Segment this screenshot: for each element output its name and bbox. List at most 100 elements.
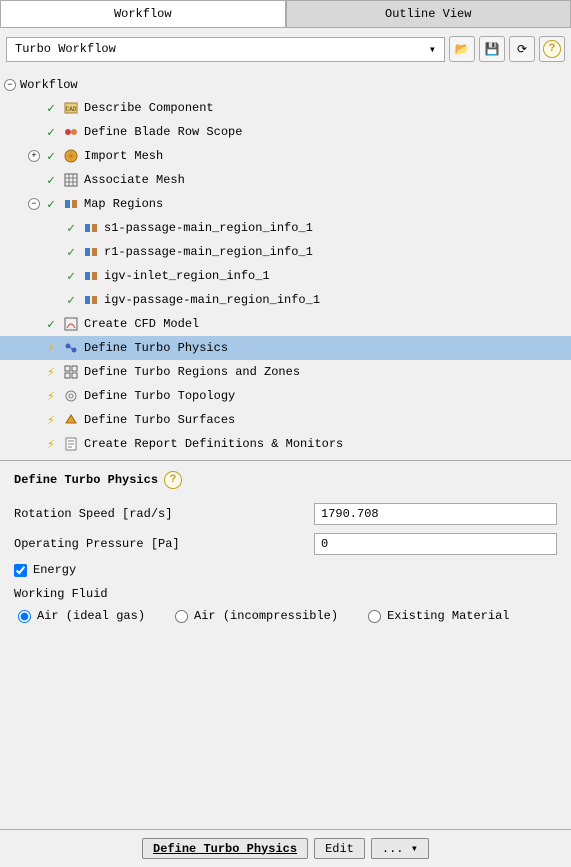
help-button[interactable]: ? xyxy=(539,36,565,62)
check-icon: ✓ xyxy=(64,245,78,260)
tree-item-label: igv-passage-main_region_info_1 xyxy=(104,293,320,307)
tree-item[interactable]: ✓ CAD Describe Component xyxy=(0,96,571,120)
topology-icon xyxy=(62,388,80,404)
tree-item-label: Create CFD Model xyxy=(84,317,199,331)
tab-outline[interactable]: Outline View xyxy=(286,0,571,27)
save-button[interactable]: 💾 xyxy=(479,36,505,62)
tree-item-label: Create Report Definitions & Monitors xyxy=(84,437,343,451)
tree-item-label: Associate Mesh xyxy=(84,173,185,187)
radio-existing-input[interactable] xyxy=(368,610,381,623)
check-icon: ✓ xyxy=(64,221,78,236)
tab-workflow[interactable]: Workflow xyxy=(0,0,286,27)
bolt-icon: ⚡ xyxy=(44,389,58,404)
region-icon xyxy=(82,268,100,284)
tree-item-label: r1-passage-main_region_info_1 xyxy=(104,245,313,259)
tree-item[interactable]: ✓ igv-inlet_region_info_1 xyxy=(0,264,571,288)
refresh-button[interactable]: ⟳ xyxy=(509,36,535,62)
tree-root-label: Workflow xyxy=(20,78,78,92)
check-icon: ✓ xyxy=(44,197,58,212)
open-folder-button[interactable]: 📂 xyxy=(449,36,475,62)
radio-air-incomp-input[interactable] xyxy=(175,610,188,623)
tree-item[interactable]: ✓ s1-passage-main_region_info_1 xyxy=(0,216,571,240)
tree-item-label: igv-inlet_region_info_1 xyxy=(104,269,270,283)
tree-item-label: Define Turbo Topology xyxy=(84,389,235,403)
tree-item[interactable]: +✓Import Mesh xyxy=(0,144,571,168)
radio-air-ideal[interactable]: Air (ideal gas) xyxy=(18,609,145,623)
tree-item[interactable]: ⚡ Define Turbo Surfaces xyxy=(0,408,571,432)
workflow-tree: − Workflow ✓ CAD Describe Component ✓ Define… xyxy=(0,70,571,460)
region-icon xyxy=(82,292,100,308)
physics-panel: Define Turbo Physics ? Rotation Speed [r… xyxy=(0,460,571,829)
tree-item[interactable]: ⚡ Define Turbo Topology xyxy=(0,384,571,408)
radio-existing-label: Existing Material xyxy=(387,609,509,623)
associate-icon xyxy=(62,172,80,188)
bolt-icon: ⚡ xyxy=(44,413,58,428)
tree-item-label: Define Turbo Regions and Zones xyxy=(84,365,300,379)
define-button[interactable]: Define Turbo Physics xyxy=(142,838,308,859)
radio-existing[interactable]: Existing Material xyxy=(368,609,509,623)
import-icon xyxy=(62,148,80,164)
tree-item[interactable]: ✓ Define Blade Row Scope xyxy=(0,120,571,144)
tree-item[interactable]: −✓ Map Regions xyxy=(0,192,571,216)
panel-title: Define Turbo Physics xyxy=(14,473,158,487)
tree-item-label: Import Mesh xyxy=(84,149,163,163)
check-icon: ✓ xyxy=(64,293,78,308)
panel-help-button[interactable]: ? xyxy=(164,471,182,489)
check-icon: ✓ xyxy=(44,101,58,116)
check-icon: ✓ xyxy=(44,173,58,188)
energy-label: Energy xyxy=(33,563,76,577)
collapse-icon[interactable]: − xyxy=(28,198,40,210)
tree-item[interactable]: ✓ r1-passage-main_region_info_1 xyxy=(0,240,571,264)
rotation-label: Rotation Speed [rad/s] xyxy=(14,507,314,521)
tree-item[interactable]: ⚡ Define Turbo Regions and Zones xyxy=(0,360,571,384)
describe-icon: CAD xyxy=(62,100,80,116)
region-icon xyxy=(82,220,100,236)
energy-checkbox[interactable] xyxy=(14,564,27,577)
tree-item-label: Define Turbo Surfaces xyxy=(84,413,235,427)
tree-item[interactable]: ⚡ Define Turbo Physics xyxy=(0,336,571,360)
tree-item-label: Describe Component xyxy=(84,101,214,115)
tree-item-label: s1-passage-main_region_info_1 xyxy=(104,221,313,235)
radio-air-ideal-input[interactable] xyxy=(18,610,31,623)
radio-air-incomp[interactable]: Air (incompressible) xyxy=(175,609,338,623)
bolt-icon: ⚡ xyxy=(44,365,58,380)
expand-icon[interactable]: + xyxy=(28,150,40,162)
rotation-input[interactable] xyxy=(314,503,557,525)
tree-item[interactable]: ✓ igv-passage-main_region_info_1 xyxy=(0,288,571,312)
workflow-dropdown[interactable]: Turbo Workflow ▾ xyxy=(6,37,445,62)
zones-icon xyxy=(62,364,80,380)
tree-root[interactable]: − Workflow xyxy=(0,74,571,96)
bolt-icon: ⚡ xyxy=(44,437,58,452)
region-icon xyxy=(82,244,100,260)
check-icon: ✓ xyxy=(44,125,58,140)
refresh-icon: ⟳ xyxy=(517,42,527,57)
surfaces-icon xyxy=(62,412,80,428)
svg-text:CAD: CAD xyxy=(66,106,77,113)
check-icon: ✓ xyxy=(64,269,78,284)
pressure-input[interactable] xyxy=(314,533,557,555)
tree-item[interactable]: ⚡ Create Report Definitions & Monitors xyxy=(0,432,571,456)
tree-item-label: Define Turbo Physics xyxy=(84,341,228,355)
more-button[interactable]: ... ▾ xyxy=(371,838,429,859)
report-icon xyxy=(62,436,80,452)
collapse-icon[interactable]: − xyxy=(4,79,16,91)
folder-icon: 📂 xyxy=(455,42,470,57)
chevron-down-icon: ▾ xyxy=(429,42,436,57)
tree-item[interactable]: ✓ Create CFD Model xyxy=(0,312,571,336)
tree-item-label: Define Blade Row Scope xyxy=(84,125,242,139)
physics-icon xyxy=(62,340,80,356)
more-label: ... xyxy=(382,842,404,856)
fluid-label: Working Fluid xyxy=(14,587,557,601)
check-icon: ✓ xyxy=(44,317,58,332)
dropdown-value: Turbo Workflow xyxy=(15,42,116,56)
tree-item-label: Map Regions xyxy=(84,197,163,211)
radio-air-ideal-label: Air (ideal gas) xyxy=(37,609,145,623)
map-icon xyxy=(62,196,80,212)
help-icon: ? xyxy=(543,40,561,58)
edit-button[interactable]: Edit xyxy=(314,838,365,859)
blade-icon xyxy=(62,124,80,140)
cfd-icon xyxy=(62,316,80,332)
bolt-icon: ⚡ xyxy=(44,341,58,356)
radio-air-incomp-label: Air (incompressible) xyxy=(194,609,338,623)
tree-item[interactable]: ✓ Associate Mesh xyxy=(0,168,571,192)
